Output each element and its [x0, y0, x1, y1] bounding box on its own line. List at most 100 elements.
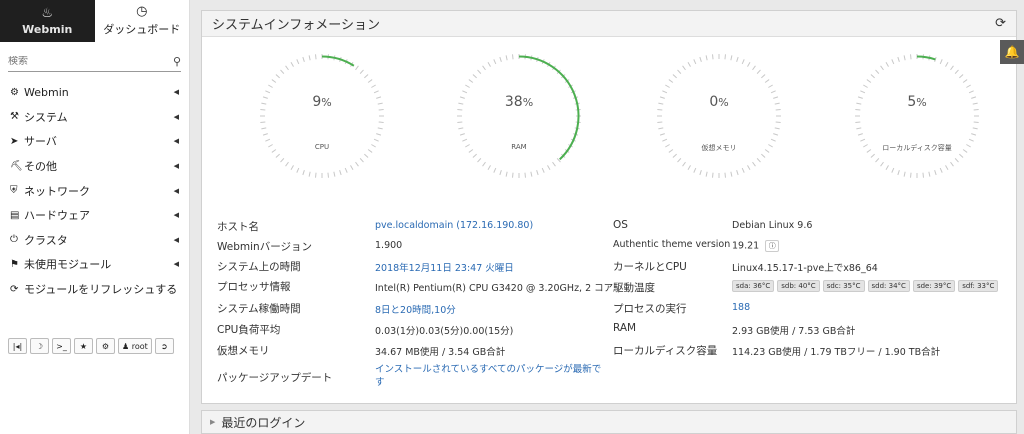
gauge-tick: [752, 65, 756, 71]
gauge-tick: [736, 56, 739, 62]
terminal-button[interactable]: >_: [52, 338, 71, 354]
gauge-tick: [459, 133, 465, 136]
gauge-unit: %: [916, 96, 927, 109]
gauge-tick: [665, 84, 670, 88]
logout-button[interactable]: ➲: [154, 338, 174, 354]
collapse-button[interactable]: |◂|: [8, 338, 27, 354]
package-updates-link[interactable]: インストールされているすべてのパッケージが最新です: [375, 363, 610, 389]
gauge-tick: [693, 59, 697, 65]
gauge-tick: [376, 133, 382, 136]
gauge-tick: [857, 133, 863, 136]
gauge-tick: [364, 153, 369, 158]
system-time-link[interactable]: 2018年12月11日 23:47 火曜日: [375, 260, 514, 274]
gauge-tick: [866, 79, 872, 83]
sidebar-item-unused-modules[interactable]: ⚑ 未使用モジュール ◀: [0, 252, 189, 277]
gauge-tick: [950, 161, 954, 167]
sidebar-item-others[interactable]: ⛏ その他 ◀: [0, 154, 189, 179]
caret-left-icon: ◀: [173, 235, 179, 244]
sidebar-item-refresh-modules[interactable]: ⟳ モジュールをリフレッシュする: [0, 277, 189, 302]
logout-icon: ➲: [160, 341, 168, 351]
recent-logins-panel[interactable]: ▶ 最近のログイン: [201, 410, 1017, 434]
uptime-link[interactable]: 8日と20時間,10分: [375, 302, 456, 316]
gauge-tick: [505, 171, 508, 177]
gauge-tick: [856, 127, 862, 130]
tab-dashboard[interactable]: ◷ ダッシュボード: [94, 0, 189, 42]
info-label: ローカルディスク容量: [613, 345, 718, 357]
tab-webmin-label: Webmin: [22, 22, 73, 36]
gauge-tick: [260, 121, 266, 123]
gauge-tick: [265, 90, 271, 94]
gauge-tick: [939, 59, 943, 65]
collapse-icon: |◂|: [12, 341, 23, 351]
gauge-number: 5: [907, 94, 917, 110]
gauge-value: 9%: [257, 94, 387, 110]
info-value: Intel(R) Pentium(R) CPU G3420 @ 3.20GHz,…: [375, 283, 614, 294]
gauge-tick: [959, 153, 964, 158]
caret-left-icon: ◀: [173, 88, 179, 97]
gauge-tick: [268, 84, 273, 88]
gauge-swap: 0% 仮想メモリ: [654, 51, 784, 181]
info-value: 34.67 MB使用 / 3.54 GB合計: [375, 347, 506, 358]
tab-webmin[interactable]: ♨ Webmin: [0, 0, 95, 42]
info-icon[interactable]: ⓘ: [765, 240, 780, 252]
gauge-tick: [712, 172, 714, 178]
sidebar-item-label: システム: [24, 110, 68, 124]
gauge-tick: [775, 121, 781, 123]
gauge-tick: [371, 84, 376, 88]
gauge-tick: [770, 138, 776, 142]
gauge-cpu-dial: [260, 54, 384, 178]
reload-icon[interactable]: ⟳: [995, 16, 1006, 31]
info-label: RAM: [613, 322, 637, 334]
gauge-tick: [724, 172, 726, 178]
gauge-tick: [296, 167, 300, 173]
gauge-tick: [761, 74, 766, 79]
gauge-tick: [875, 69, 880, 74]
theme-config-button[interactable]: ⚙: [96, 338, 115, 354]
sidebar-item-webmin[interactable]: ⚙ Webmin ◀: [0, 80, 189, 105]
sidebar-top-tabs: ♨ Webmin ◷ ダッシュボード: [0, 0, 189, 42]
gauge-tick: [302, 170, 305, 176]
panel-header: システムインフォメーション ⟳: [202, 11, 1016, 37]
user-button[interactable]: ♟ root: [118, 338, 152, 354]
search-input[interactable]: [8, 56, 173, 67]
sidebar-item-network[interactable]: ⛨ ネットワーク ◀: [0, 178, 189, 203]
sidebar-item-label: Webmin: [24, 85, 69, 99]
sidebar-item-label: モジュールをリフレッシュする: [24, 283, 178, 297]
gauge-tick: [659, 133, 665, 136]
gauge-tick: [355, 161, 359, 167]
gauge-tick: [505, 55, 508, 61]
gauge-cpu: 9% CPU: [257, 51, 387, 181]
favorites-button[interactable]: ★: [74, 338, 93, 354]
notifications-button[interactable]: 🔔: [1000, 40, 1024, 64]
sidebar-item-servers[interactable]: ➤ サーバ ◀: [0, 129, 189, 154]
gauge-tick: [285, 161, 289, 167]
temp-badge: sdb: 40°C: [777, 280, 820, 292]
gauge-tick: [747, 62, 751, 67]
sidebar-item-hardware[interactable]: ▤ ハードウェア ◀: [0, 203, 189, 228]
hostname-link[interactable]: pve.localdomain (172.16.190.80): [375, 220, 533, 231]
processes-link[interactable]: 188: [732, 302, 750, 313]
sidebar-item-cluster[interactable]: ⏻ クラスタ ◀: [0, 228, 189, 253]
gauge-tick: [860, 90, 866, 94]
sidebar-item-label: 未使用モジュール: [24, 258, 112, 272]
info-value: 2.93 GB使用 / 7.53 GB合計: [732, 326, 856, 337]
night-mode-button[interactable]: ☽: [30, 338, 49, 354]
gauge-tick: [885, 62, 889, 67]
gauge-tick: [536, 170, 539, 176]
caret-left-icon: ◀: [173, 186, 179, 195]
gauge-unit: %: [522, 96, 534, 109]
gauge-tick: [903, 55, 906, 61]
gauge-progress-arc: [321, 55, 355, 67]
sidebar-item-system[interactable]: ⚒ システム ◀: [0, 105, 189, 130]
info-label: カーネルとCPU: [613, 261, 687, 273]
gauge-label: ローカルディスク容量: [882, 144, 952, 152]
info-label: 仮想メモリ: [217, 345, 270, 357]
gauge-tick: [752, 161, 756, 167]
temp-badge: sdd: 34°C: [867, 280, 910, 292]
search-icon[interactable]: ⚲: [173, 55, 181, 68]
gauge-tick: [891, 167, 895, 173]
gauge-tick: [972, 127, 978, 130]
gauge-tick: [741, 59, 745, 65]
gauge-tick: [672, 153, 677, 158]
gauge-tick: [687, 165, 691, 170]
